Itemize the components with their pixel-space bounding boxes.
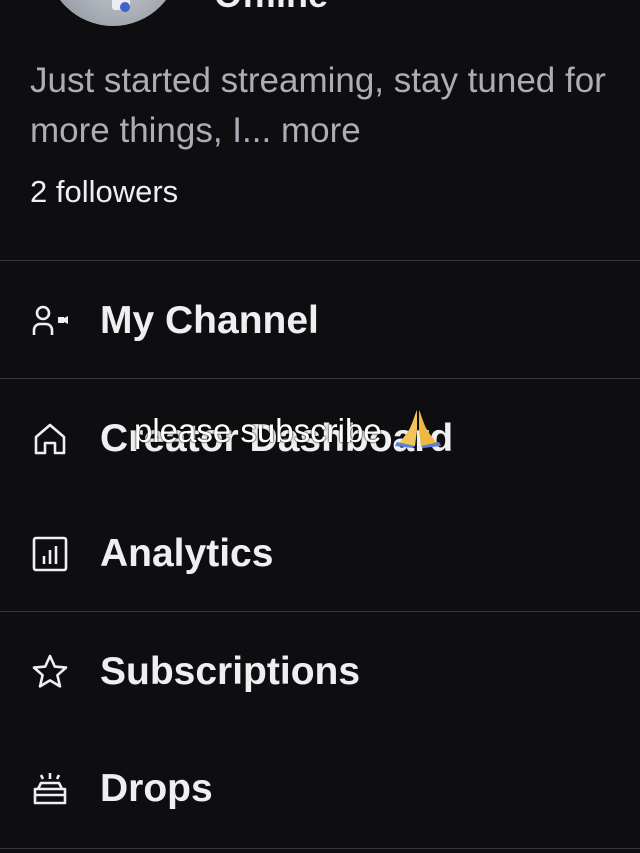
followers-count: 2 followers bbox=[30, 174, 179, 209]
divider bbox=[0, 611, 640, 612]
avatar-shoe bbox=[120, 2, 130, 12]
home-icon bbox=[30, 419, 70, 459]
user-camera-icon bbox=[30, 301, 70, 341]
divider bbox=[0, 378, 640, 379]
star-icon bbox=[30, 652, 70, 692]
menu-item-analytics[interactable]: Analytics bbox=[0, 495, 640, 612]
menu-item-label: My Channel bbox=[100, 298, 319, 342]
chart-icon bbox=[30, 534, 70, 574]
username: Offline bbox=[214, 0, 328, 16]
divider bbox=[0, 848, 640, 849]
divider bbox=[0, 260, 640, 261]
avatar[interactable] bbox=[46, 0, 180, 26]
menu-item-my-channel[interactable]: My Channel bbox=[0, 262, 640, 379]
menu-item-subscriptions[interactable]: Subscriptions bbox=[0, 613, 640, 730]
caption-overlay: please subscribe bbox=[134, 408, 441, 456]
menu-item-label: Drops bbox=[100, 766, 213, 810]
menu-item-drops[interactable]: Drops bbox=[0, 730, 640, 847]
profile-bio: Just started streaming, stay tuned for m… bbox=[30, 56, 620, 156]
profile-menu-screen: Offline Just started streaming, stay tun… bbox=[0, 0, 640, 853]
menu-item-label: Analytics bbox=[100, 531, 274, 575]
profile-header: Offline Just started streaming, stay tun… bbox=[0, 0, 640, 260]
praying-hands-emoji bbox=[394, 408, 441, 456]
bio-more-link[interactable]: more bbox=[281, 111, 361, 150]
drops-box-icon bbox=[30, 769, 70, 809]
menu-item-label: Subscriptions bbox=[100, 649, 361, 693]
caption-text: please subscribe bbox=[134, 412, 382, 449]
